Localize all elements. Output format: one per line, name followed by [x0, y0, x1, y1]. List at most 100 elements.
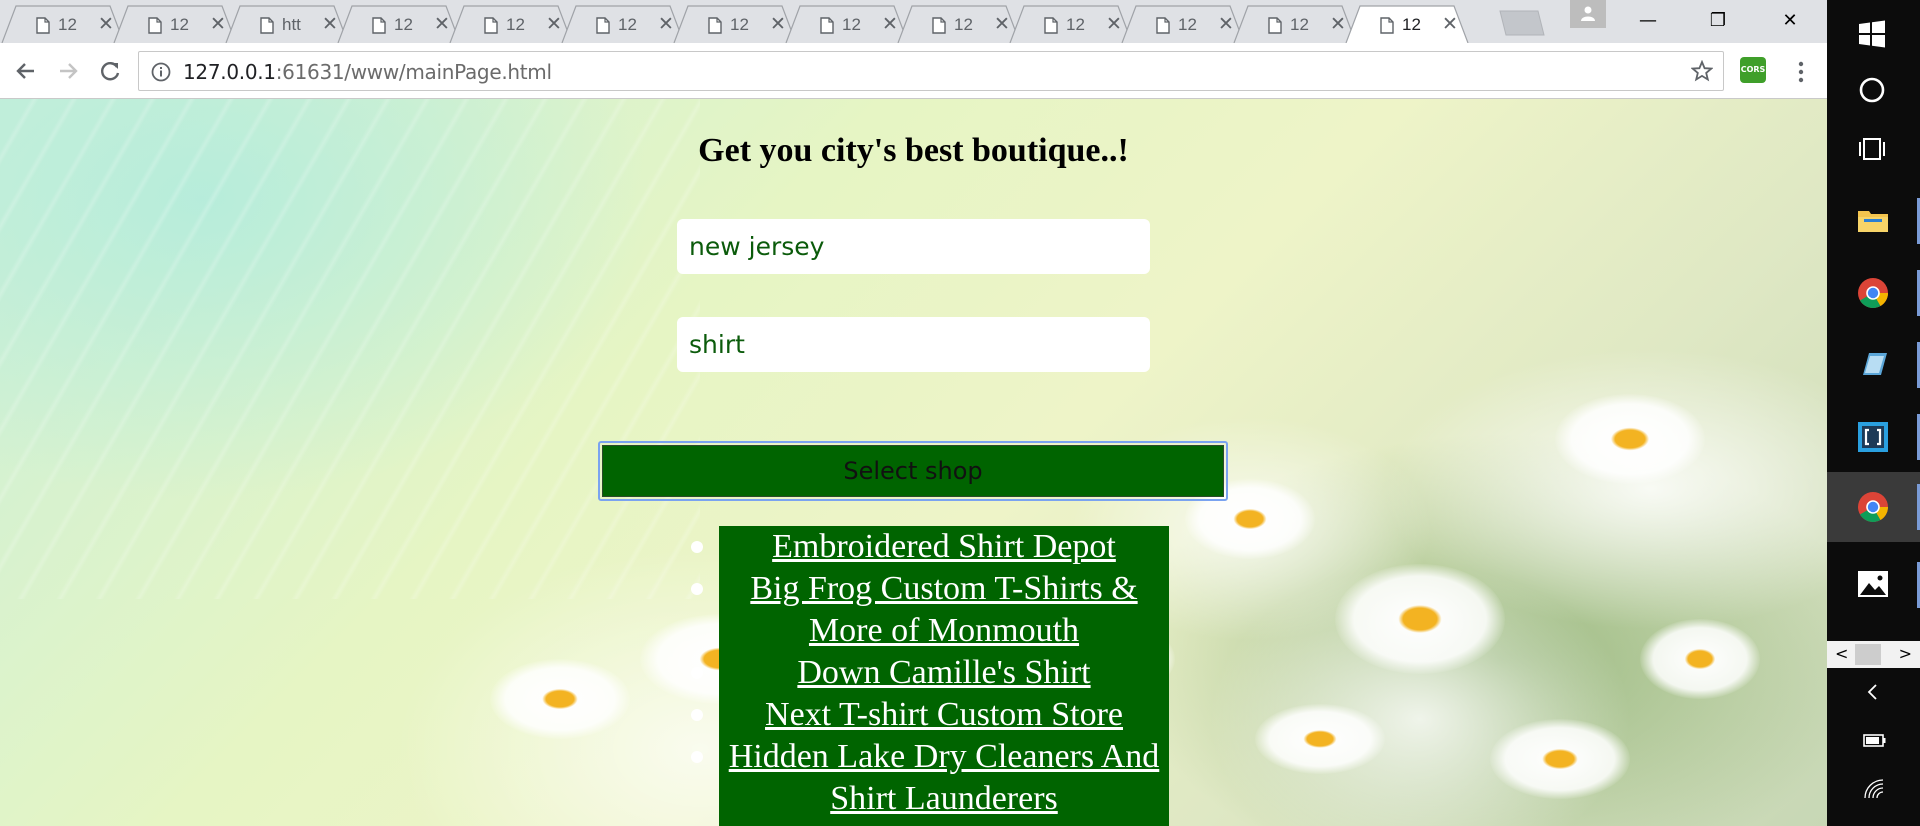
photos-button[interactable]	[1827, 550, 1920, 620]
tab-title: 12	[954, 15, 973, 34]
task-view-icon	[1859, 138, 1885, 160]
result-item: Hidden Lake Dry Cleaners And Shirt Laund…	[691, 736, 1169, 820]
bookmark-star-icon[interactable]	[1691, 60, 1713, 82]
scroll-thumb[interactable]	[1855, 644, 1881, 665]
tab[interactable]: 12 ✕	[560, 5, 686, 43]
battery-indicator[interactable]	[1827, 718, 1920, 762]
browser-menu-button[interactable]	[1786, 57, 1816, 87]
windows-logo-icon	[1859, 20, 1885, 48]
result-item: Down Camille's Shirt	[691, 652, 1169, 694]
task-view-button[interactable]	[1827, 115, 1920, 185]
tab-title: 12	[58, 15, 77, 34]
item-input[interactable]	[677, 317, 1150, 372]
shop-link[interactable]: Down Camille's Shirt	[797, 654, 1090, 691]
tab-active[interactable]: 12 ✕	[1344, 5, 1470, 43]
close-icon[interactable]: ✕	[1440, 14, 1460, 34]
result-item: Next T-shirt Custom Store	[691, 694, 1169, 736]
chrome-button[interactable]	[1827, 258, 1920, 328]
select-shop-focus-ring: Select shop	[598, 441, 1228, 501]
browser-toolbar: 127.0.0.1:61631/www/mainPage.html CORS	[0, 43, 1827, 99]
notepad-icon	[1863, 353, 1887, 375]
background-light-rays	[0, 99, 700, 599]
shop-link[interactable]: Embroidered Shirt Depot	[772, 528, 1116, 565]
tab[interactable]: 12 ✕	[784, 5, 910, 43]
file-explorer-button[interactable]	[1827, 186, 1920, 256]
reload-button[interactable]	[94, 55, 126, 87]
cortana-icon	[1859, 77, 1885, 103]
tab[interactable]: 12 ✕	[112, 5, 238, 43]
result-item: Big Frog Custom T-Shirts & More of Monmo…	[691, 568, 1169, 652]
scroll-right-button[interactable]: >	[1899, 644, 1912, 663]
tab-title: 12	[1066, 15, 1085, 34]
tab[interactable]: 12 ✕	[336, 5, 462, 43]
bullet-icon	[691, 541, 703, 553]
tab-title: 12	[1290, 15, 1309, 34]
tab[interactable]: 12 ✕	[1232, 5, 1358, 43]
minimize-button[interactable]: —	[1620, 2, 1676, 40]
profile-button[interactable]	[1570, 0, 1606, 28]
tab-title: 12	[170, 15, 189, 34]
tab[interactable]: 12 ✕	[896, 5, 1022, 43]
address-bar[interactable]: 127.0.0.1:61631/www/mainPage.html	[138, 51, 1724, 91]
page-icon	[36, 17, 50, 34]
url-text[interactable]: 127.0.0.1:61631/www/mainPage.html	[183, 60, 552, 84]
tab[interactable]: 12 ✕	[672, 5, 798, 43]
daisy-decoration	[1490, 719, 1630, 799]
page-icon	[1380, 17, 1394, 34]
browser-window: 12 ✕ 12 ✕ htt ✕ 12 ✕ 12 ✕ 12 ✕ 12 ✕ 12 ✕ 12 ✕ 12 ✕ 12 ✕ 12 ✕ 12 ✕…	[0, 0, 1827, 826]
reload-icon	[101, 62, 120, 81]
page-icon	[1156, 17, 1170, 34]
new-tab-button[interactable]	[1494, 10, 1546, 36]
chrome-icon	[1858, 278, 1888, 309]
tab[interactable]: 12 ✕	[1120, 5, 1246, 43]
back-arrow-icon	[16, 63, 34, 79]
wifi-icon	[1864, 779, 1884, 799]
bullet-icon	[691, 751, 703, 763]
kebab-menu-icon	[1798, 61, 1804, 83]
notifications-collapse-button[interactable]	[1827, 670, 1920, 714]
page-viewport: Get you city's best boutique..! Select s…	[0, 99, 1827, 826]
city-input[interactable]	[677, 219, 1150, 274]
network-indicator[interactable]	[1827, 766, 1920, 810]
shop-link[interactable]: Big Frog Custom T-Shirts & More of Monmo…	[750, 570, 1137, 649]
brackets-icon	[1858, 422, 1888, 452]
chrome-icon	[1858, 492, 1888, 523]
page-icon	[260, 17, 274, 34]
tab-title: 12	[506, 15, 525, 34]
bullet-icon	[691, 709, 703, 721]
daisy-decoration	[1255, 704, 1385, 774]
file-explorer-icon	[1858, 211, 1888, 232]
result-item: Embroidered Shirt Depot	[691, 526, 1169, 568]
select-shop-button[interactable]: Select shop	[602, 445, 1224, 497]
close-window-button[interactable]: ✕	[1762, 2, 1818, 40]
shop-link[interactable]: Next T-shirt Custom Store	[765, 696, 1123, 733]
page-icon	[708, 17, 722, 34]
shop-link[interactable]: Hidden Lake Dry Cleaners And Shirt Laund…	[729, 738, 1160, 817]
taskbar-scrollbar[interactable]: < >	[1827, 641, 1920, 668]
page-icon	[148, 17, 162, 34]
tab[interactable]: 12 ✕	[0, 5, 126, 43]
person-icon	[1581, 6, 1595, 21]
page-icon	[820, 17, 834, 34]
url-path: :61631/www/mainPage.html	[275, 60, 552, 84]
brackets-button[interactable]	[1827, 402, 1920, 472]
chrome-button-active[interactable]	[1827, 472, 1920, 542]
tab[interactable]: 12 ✕	[448, 5, 574, 43]
cors-extension-icon[interactable]: CORS	[1740, 57, 1766, 83]
info-icon[interactable]	[151, 62, 171, 82]
daisy-decoration	[1335, 564, 1505, 674]
forward-button[interactable]	[52, 55, 84, 87]
restore-button[interactable]: ❐	[1690, 2, 1746, 40]
daisy-decoration	[1640, 619, 1760, 699]
tab-title: 12	[1402, 15, 1421, 34]
windows-taskbar: < >	[1827, 0, 1920, 826]
bullet-icon	[691, 667, 703, 679]
page-icon	[1268, 17, 1282, 34]
tab[interactable]: 12 ✕	[1008, 5, 1134, 43]
page-icon	[596, 17, 610, 34]
notepad-button[interactable]	[1827, 330, 1920, 400]
tab[interactable]: htt ✕	[224, 5, 350, 43]
scroll-left-button[interactable]: <	[1835, 644, 1848, 663]
page-icon	[372, 17, 386, 34]
back-button[interactable]	[10, 55, 42, 87]
